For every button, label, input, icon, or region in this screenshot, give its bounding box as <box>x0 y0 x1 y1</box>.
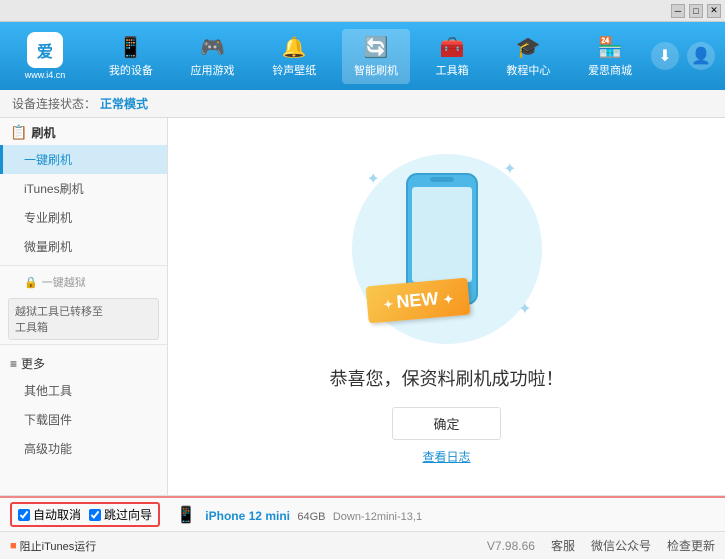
nav-my-device-label: 我的设备 <box>109 62 153 78</box>
bottom-bar: ■ 阻止iTunes运行 V7.98.66 客服 微信公众号 检查更新 <box>0 531 725 559</box>
jailbreak-label: 一键越狱 <box>42 274 86 290</box>
nav-my-device[interactable]: 📱 我的设备 <box>97 29 165 84</box>
status-bar: 设备连接状态： 正常模式 <box>0 90 725 118</box>
flash-section-icon: 📋 <box>10 124 27 141</box>
nav-toolbox[interactable]: 🧰 工具箱 <box>424 29 481 84</box>
sparkle-3: ✦ <box>518 299 531 319</box>
sidebar-item-pro-flash[interactable]: 专业刷机 <box>0 203 167 232</box>
wechat-link[interactable]: 微信公众号 <box>591 537 651 554</box>
sidebar-item-other-tools[interactable]: 其他工具 <box>0 376 167 405</box>
auto-dismiss-label: 自动取消 <box>33 506 81 523</box>
sidebar-jailbreak-disabled: 🔒 一键越狱 <box>0 270 167 294</box>
download-button[interactable]: ⬇ <box>651 42 679 70</box>
sidebar-item-itunes-flash[interactable]: iTunes刷机 <box>0 174 167 203</box>
nav-store-label: 爱思商城 <box>588 62 632 78</box>
device-firmware: Down-12mini-13,1 <box>333 511 422 523</box>
sparkle-2: ✦ <box>503 159 516 179</box>
customer-service-link[interactable]: 客服 <box>551 537 575 554</box>
skip-wizard-input[interactable] <box>89 509 101 521</box>
confirm-button[interactable]: 确定 <box>392 407 500 440</box>
status-label: 设备连接状态： <box>12 95 96 112</box>
auto-dismiss-checkbox[interactable]: 自动取消 <box>18 506 81 523</box>
bottom-checkbox-row: 自动取消 跳过向导 📱 iPhone 12 mini 64GB Down-12m… <box>0 496 725 531</box>
sidebar-item-one-click-flash[interactable]: 一键刷机 <box>0 145 167 174</box>
lock-icon: 🔒 <box>24 276 38 289</box>
logo-url: www.i4.cn <box>25 70 66 80</box>
check-update-link[interactable]: 检查更新 <box>667 537 715 554</box>
smart-flash-icon: 🔄 <box>364 35 389 60</box>
more-icon: ≡ <box>10 357 17 371</box>
minimize-button[interactable]: ─ <box>671 4 685 18</box>
flash-section-label: 刷机 <box>31 124 55 141</box>
sidebar: 📋 刷机 一键刷机 iTunes刷机 专业刷机 微量刷机 🔒 一键越狱 越狱工具… <box>0 118 168 495</box>
stop-icon: ■ <box>10 540 17 552</box>
user-button[interactable]: 👤 <box>687 42 715 70</box>
ringtones-icon: 🔔 <box>282 35 307 60</box>
nav-ringtones[interactable]: 🔔 铃声壁纸 <box>260 29 328 84</box>
status-value: 正常模式 <box>100 95 148 112</box>
auto-dismiss-input[interactable] <box>18 509 30 521</box>
nav-apps-games[interactable]: 🎮 应用游戏 <box>179 29 247 84</box>
sidebar-section-more: ≡ 更多 <box>0 349 167 376</box>
checkbox-group: 自动取消 跳过向导 <box>10 502 160 527</box>
nav-ringtones-label: 铃声壁纸 <box>272 62 316 78</box>
nav-smart-flash[interactable]: 🔄 智能刷机 <box>342 29 410 84</box>
nav-toolbox-label: 工具箱 <box>436 62 469 78</box>
device-phone-icon: 📱 <box>176 507 196 524</box>
window-controls[interactable]: ─ □ ✕ <box>671 4 721 18</box>
sidebar-item-advanced[interactable]: 高级功能 <box>0 434 167 463</box>
version-label: V7.98.66 <box>487 539 535 553</box>
title-bar: ─ □ ✕ <box>0 0 725 22</box>
maximize-button[interactable]: □ <box>689 4 703 18</box>
device-name: iPhone 12 mini <box>205 509 290 523</box>
nav-store[interactable]: 🏪 爱思商城 <box>576 29 644 84</box>
nav-apps-games-label: 应用游戏 <box>191 62 235 78</box>
more-label: 更多 <box>21 355 45 372</box>
device-storage: 64GB <box>297 511 325 523</box>
nav-smart-flash-label: 智能刷机 <box>354 62 398 78</box>
nav-tutorial[interactable]: 🎓 教程中心 <box>494 29 562 84</box>
sparkle-1: ✦ <box>367 169 380 189</box>
sidebar-section-flash: 📋 刷机 <box>0 118 167 145</box>
skip-wizard-checkbox[interactable]: 跳过向导 <box>89 506 152 523</box>
sidebar-item-micro-flash[interactable]: 微量刷机 <box>0 232 167 261</box>
sidebar-item-download-firmware[interactable]: 下载固件 <box>0 405 167 434</box>
divider-1 <box>0 265 167 266</box>
my-device-icon: 📱 <box>118 35 143 60</box>
jailbreak-info-box: 越狱工具已转移至工具箱 <box>8 298 159 340</box>
close-button[interactable]: ✕ <box>707 4 721 18</box>
store-icon: 🏪 <box>598 35 623 60</box>
main-layout: 📋 刷机 一键刷机 iTunes刷机 专业刷机 微量刷机 🔒 一键越狱 越狱工具… <box>0 118 725 495</box>
header: 爱 www.i4.cn 📱 我的设备 🎮 应用游戏 🔔 铃声壁纸 🔄 智能刷机 … <box>0 22 725 90</box>
divider-2 <box>0 344 167 345</box>
log-link[interactable]: 查看日志 <box>422 448 470 465</box>
device-info: 📱 iPhone 12 mini 64GB Down-12mini-13,1 <box>176 505 422 525</box>
logo[interactable]: 爱 www.i4.cn <box>10 31 80 81</box>
bottom-right-links: V7.98.66 客服 微信公众号 检查更新 <box>487 537 715 554</box>
success-text: 恭喜您，保资料刷机成功啦！ <box>330 365 564 391</box>
logo-icon: 爱 <box>27 32 63 68</box>
nav-tutorial-label: 教程中心 <box>506 62 550 78</box>
skip-wizard-label: 跳过向导 <box>104 506 152 523</box>
phone-illustration: ✦ ✦ ✦ NEW <box>347 149 547 349</box>
tutorial-icon: 🎓 <box>516 35 541 60</box>
apps-games-icon: 🎮 <box>200 35 225 60</box>
bottom-section: 自动取消 跳过向导 📱 iPhone 12 mini 64GB Down-12m… <box>0 495 725 531</box>
main-content: ✦ ✦ ✦ NEW 恭喜您，保资料刷机成功啦！ 确定 查看日志 <box>168 118 725 495</box>
stop-itunes-button[interactable]: ■ 阻止iTunes运行 <box>10 538 96 554</box>
nav-bar: 📱 我的设备 🎮 应用游戏 🔔 铃声壁纸 🔄 智能刷机 🧰 工具箱 🎓 教程中心… <box>90 29 651 84</box>
stop-itunes-label: 阻止iTunes运行 <box>20 538 97 554</box>
toolbox-icon: 🧰 <box>440 35 465 60</box>
header-right: ⬇ 👤 <box>651 42 715 70</box>
